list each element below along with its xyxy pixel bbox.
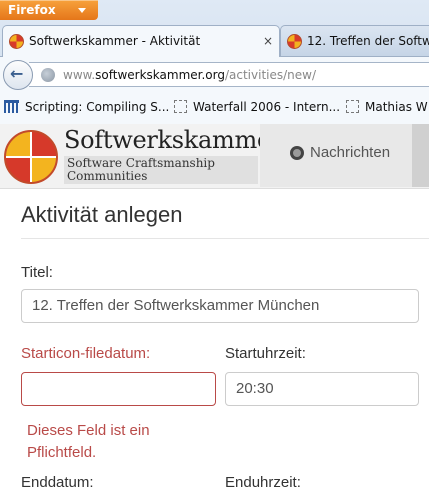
start-date-error-message: Dieses Feld ist ein Pflichtfeld. bbox=[27, 422, 150, 461]
end-date-label: Enddatum: bbox=[21, 474, 94, 491]
end-time-label: Enduhrzeit: bbox=[225, 474, 301, 491]
page-icon bbox=[174, 100, 187, 113]
firefox-menu-label: Firefox bbox=[8, 3, 56, 17]
title-input[interactable]: 12. Treffen der Softwerkskammer München bbox=[21, 289, 419, 323]
nav-item-partial[interactable] bbox=[412, 124, 429, 187]
globe-icon bbox=[290, 146, 304, 160]
brand-name[interactable]: Softwerkskammer bbox=[64, 126, 282, 154]
brand-subtitle: Software Craftsmanship Communities bbox=[64, 156, 258, 184]
browser-chrome: Firefox Softwerkskammer - Aktivität × 12… bbox=[0, 0, 429, 125]
tab-title: Softwerkskammer - Aktivität bbox=[29, 34, 201, 48]
address-bar[interactable]: www.softwerkskammer.org/activities/new/ bbox=[29, 62, 429, 87]
tab-12-treffen[interactable]: 12. Treffen der Softw bbox=[280, 25, 429, 57]
url-text: www.softwerkskammer.org/activities/new/ bbox=[63, 68, 317, 82]
start-time-input[interactable]: 20:30 bbox=[225, 372, 419, 406]
tab-softwerkskammer-aktivitaet[interactable]: Softwerkskammer - Aktivität × bbox=[2, 25, 280, 57]
title-divider bbox=[21, 238, 429, 239]
bookmarks-toolbar: Scripting: Compiling S... Waterfall 2006… bbox=[0, 92, 429, 125]
start-date-input[interactable] bbox=[21, 372, 216, 406]
start-time-label: Startuhrzeit: bbox=[225, 345, 306, 362]
institution-icon bbox=[4, 100, 19, 113]
back-arrow-icon: ← bbox=[10, 64, 24, 83]
tab-title: 12. Treffen der Softw bbox=[307, 34, 429, 48]
page-title: Aktivität anlegen bbox=[21, 202, 183, 227]
site-favicon-icon bbox=[9, 34, 24, 49]
bookmark-mathias[interactable]: Mathias W bbox=[346, 100, 428, 114]
globe-icon bbox=[41, 68, 55, 82]
bookmark-scripting[interactable]: Scripting: Compiling S... bbox=[4, 100, 169, 114]
start-date-label: Starticon-filedatum: bbox=[21, 345, 151, 362]
dropdown-arrow-icon bbox=[78, 8, 86, 13]
softwerkskammer-logo-icon[interactable] bbox=[4, 130, 58, 184]
firefox-menu-button[interactable]: Firefox bbox=[0, 0, 98, 20]
bookmark-waterfall[interactable]: Waterfall 2006 - Intern... bbox=[174, 100, 340, 114]
close-tab-icon[interactable]: × bbox=[263, 34, 273, 48]
site-header: Softwerkskammer Software Craftsmanship C… bbox=[0, 124, 429, 189]
nav-item-label: Nachrichten bbox=[310, 144, 391, 161]
navigation-toolbar: www.softwerkskammer.org/activities/new/ … bbox=[0, 56, 429, 93]
nav-nachrichten[interactable]: Nachrichten bbox=[260, 124, 412, 187]
title-label: Titel: bbox=[21, 264, 53, 281]
back-button[interactable]: ← bbox=[3, 60, 33, 90]
site-favicon-icon bbox=[287, 34, 302, 49]
page-icon bbox=[346, 100, 359, 113]
